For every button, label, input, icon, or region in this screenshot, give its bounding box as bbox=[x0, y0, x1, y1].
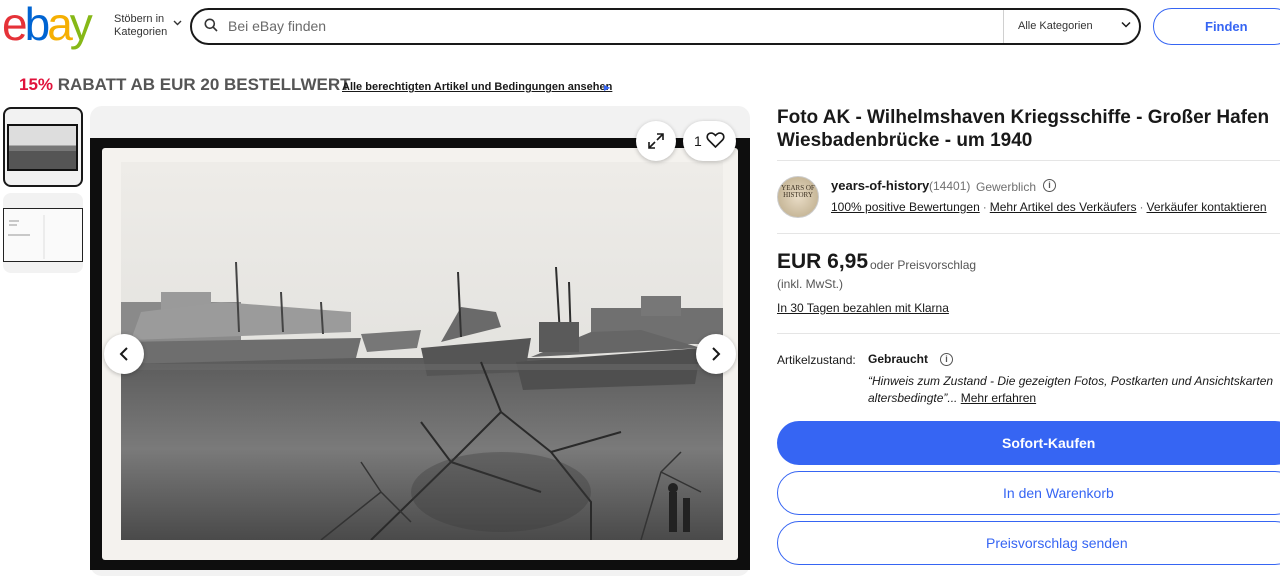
condition-note-line-2: altersbedingte”... Mehr erfahren bbox=[868, 390, 1280, 407]
promo-text: RABATT AB EUR 20 BESTELLWERT bbox=[57, 75, 351, 94]
promo-link[interactable]: Alle berechtigten Artikel und Bedingunge… bbox=[342, 81, 612, 93]
logo-letter-e: e bbox=[2, 0, 28, 50]
chevron-left-icon bbox=[119, 347, 128, 361]
condition-label: Artikelzustand: bbox=[777, 353, 856, 367]
condition-more-link[interactable]: Mehr erfahren bbox=[961, 391, 1036, 405]
seller-links: 100% positive Bewertungen · Mehr Artikel d… bbox=[831, 200, 1267, 214]
find-button[interactable]: Finden bbox=[1153, 8, 1280, 45]
main-image[interactable] bbox=[121, 162, 723, 540]
expand-icon bbox=[648, 133, 664, 149]
chevron-down-icon[interactable] bbox=[173, 20, 182, 26]
browse-line-1: Stöbern in bbox=[114, 13, 165, 25]
next-image-button[interactable] bbox=[696, 334, 736, 374]
chevron-down-icon[interactable] bbox=[1121, 21, 1131, 28]
search-divider bbox=[1003, 10, 1004, 43]
browse-line-2: Kategorien bbox=[114, 26, 168, 38]
add-to-cart-button[interactable]: In den Warenkorb bbox=[777, 471, 1280, 515]
expand-button[interactable] bbox=[636, 121, 676, 161]
klarna-link[interactable]: In 30 Tagen bezahlen mit Klarna bbox=[777, 301, 949, 315]
logo-letter-b: b bbox=[24, 0, 51, 50]
divider bbox=[777, 333, 1280, 334]
info-icon[interactable]: i bbox=[1043, 179, 1056, 192]
seller-name[interactable]: years-of-history bbox=[831, 178, 929, 193]
watch-count: 1 bbox=[694, 133, 702, 149]
browse-categories[interactable]: Stöbern in Kategorien bbox=[114, 13, 167, 39]
arrow-right-icon: ▶ bbox=[604, 83, 611, 92]
condition-note-line-2-text: altersbedingte”... bbox=[868, 391, 958, 405]
offer-text: oder Preisvorschlag bbox=[870, 258, 977, 272]
seller-avatar-text: YEARS OF HISTORY bbox=[781, 184, 815, 199]
thumbnail-1-image bbox=[7, 124, 78, 171]
condition-note: “Hinweis zum Zustand - Die gezeigten Fot… bbox=[868, 373, 1280, 407]
vat-text: (inkl. MwSt.) bbox=[777, 277, 843, 291]
info-icon[interactable]: i bbox=[940, 353, 953, 366]
contact-seller-link[interactable]: Verkäufer kontaktieren bbox=[1147, 200, 1267, 214]
seller-feedback-count: (14401) bbox=[929, 179, 971, 193]
previous-image-button[interactable] bbox=[104, 334, 144, 374]
promo-banner: 15% RABATT AB EUR 20 BESTELLWERT bbox=[19, 75, 351, 95]
thumbnail-2-image bbox=[3, 208, 83, 262]
divider bbox=[777, 160, 1280, 161]
seller-type: Gewerblich bbox=[976, 180, 1036, 194]
logo-letter-y: y bbox=[69, 0, 93, 50]
more-items-link[interactable]: Mehr Artikel des Verkäufers bbox=[990, 200, 1137, 214]
category-select[interactable]: Alle Kategorien bbox=[1018, 20, 1093, 32]
promo-percent: 15% bbox=[19, 75, 54, 94]
positive-feedback-link[interactable]: 100% positive Bewertungen bbox=[831, 200, 980, 214]
condition-value: Gebraucht bbox=[868, 352, 929, 366]
buy-now-button[interactable]: Sofort-Kaufen bbox=[777, 421, 1280, 465]
seller-type-label: Gewerblich bbox=[976, 180, 1037, 194]
send-offer-button[interactable]: Preisvorschlag senden bbox=[777, 521, 1280, 565]
logo-letter-a: a bbox=[47, 0, 73, 50]
price: EUR 6,95 bbox=[777, 250, 869, 273]
search-input[interactable] bbox=[228, 14, 988, 38]
condition-note-line-1: “Hinweis zum Zustand - Die gezeigten Fot… bbox=[868, 374, 1274, 388]
chevron-right-icon bbox=[712, 347, 721, 361]
listing-title: Foto AK - Wilhelmshaven Kriegsschiffe - … bbox=[777, 107, 1270, 151]
ebay-logo[interactable]: ebay bbox=[2, 0, 93, 50]
divider bbox=[777, 233, 1280, 234]
search-icon bbox=[204, 18, 218, 32]
heart-icon bbox=[706, 132, 725, 149]
